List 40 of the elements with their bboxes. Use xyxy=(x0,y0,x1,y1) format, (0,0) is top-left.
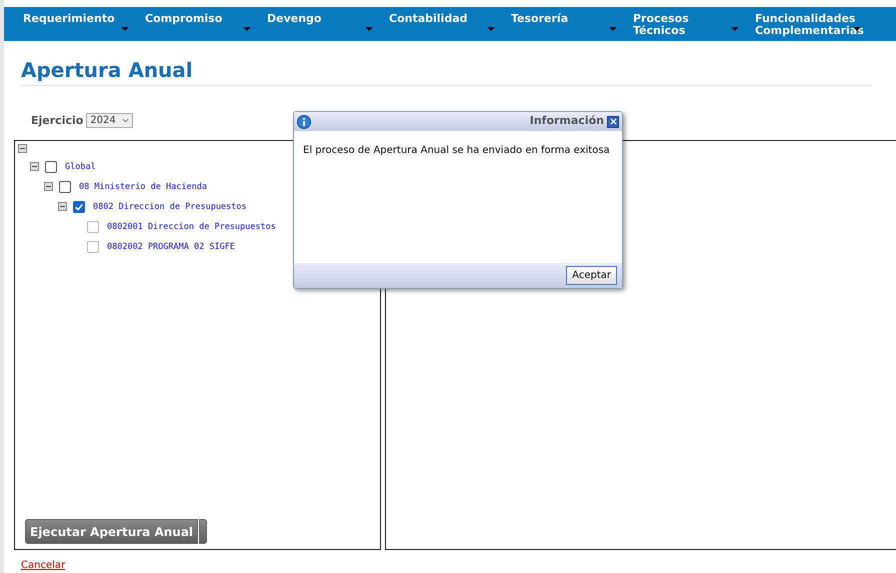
menu-item[interactable]: Compromiso xyxy=(145,6,267,41)
collapse-icon[interactable] xyxy=(44,182,53,192)
caret-icon xyxy=(853,26,861,31)
caret-icon xyxy=(731,26,739,31)
tree-item-label[interactable]: 0802 Direccion de Presupuestos xyxy=(93,200,247,214)
tree-item-label[interactable]: 08 Ministerio de Hacienda xyxy=(79,180,207,194)
cancel-link[interactable]: Cancelar xyxy=(21,558,66,573)
tree-checkbox[interactable] xyxy=(45,160,57,173)
dialog-message: El proceso de Apertura Anual se ha enviado en forma exitosa xyxy=(302,144,611,158)
caret-icon xyxy=(121,26,129,31)
menu-item[interactable]: Devengo xyxy=(267,6,389,41)
menu-item[interactable]: Tesorería xyxy=(511,6,633,41)
page-title: Apertura Anual xyxy=(21,56,194,84)
tree-checkbox[interactable] xyxy=(87,240,99,253)
menu-item[interactable]: Procesos Técnicos xyxy=(633,6,755,41)
chevron-down-icon xyxy=(122,118,129,124)
year-dropdown[interactable]: 2024 xyxy=(86,113,133,128)
collapse-icon[interactable] xyxy=(18,144,27,153)
menu-item[interactable]: Contabilidad xyxy=(389,6,511,41)
dialog-title: Información xyxy=(530,113,604,130)
collapse-icon[interactable] xyxy=(30,162,39,172)
caret-icon xyxy=(487,26,495,31)
close-icon xyxy=(610,118,616,125)
caret-icon xyxy=(365,26,373,31)
menu-item[interactable]: Funcionalidades Complementarias xyxy=(755,6,877,41)
tree-checkbox[interactable] xyxy=(59,180,71,193)
info-icon xyxy=(297,114,311,128)
close-button[interactable] xyxy=(607,116,619,128)
tree-checkbox[interactable] xyxy=(87,220,99,233)
collapse-icon[interactable] xyxy=(58,202,67,212)
tree-checkbox[interactable] xyxy=(73,200,85,213)
tree-item-label[interactable]: 0802002 PROGRAMA 02 SIGFE xyxy=(107,240,235,254)
execute-button[interactable]: Ejecutar Apertura Anual xyxy=(25,519,198,544)
tree-item-label[interactable]: Global xyxy=(65,160,96,174)
tree-item-label[interactable]: 0802001 Direccion de Presupuestos xyxy=(107,220,276,234)
menu-item[interactable]: Requerimiento xyxy=(23,6,145,41)
accept-button[interactable]: Aceptar xyxy=(566,266,617,285)
caret-icon xyxy=(609,26,617,31)
caret-icon xyxy=(243,26,251,31)
ejercicio-label: Ejercicio xyxy=(31,112,84,129)
